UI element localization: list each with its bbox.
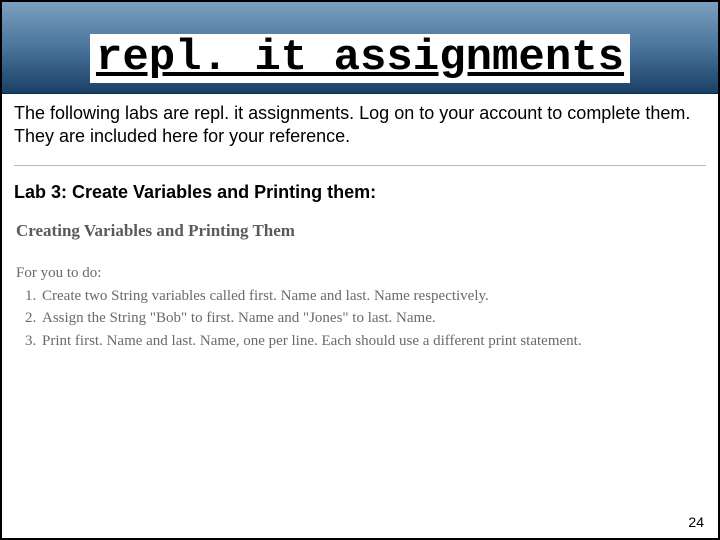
embedded-steps: Create two String variables called first… <box>16 286 706 351</box>
list-item: Create two String variables called first… <box>40 286 706 306</box>
list-item: Print first. Name and last. Name, one pe… <box>40 331 706 351</box>
slide-content: The following labs are repl. it assignme… <box>2 94 718 351</box>
lab-title: Lab 3: Create Variables and Printing the… <box>14 182 706 203</box>
page-number: 24 <box>688 514 704 530</box>
list-item: Assign the String "Bob" to first. Name a… <box>40 308 706 328</box>
embedded-lead: For you to do: <box>16 265 706 282</box>
embedded-lab-content: Creating Variables and Printing Them For… <box>14 221 706 351</box>
embedded-heading: Creating Variables and Printing Them <box>16 221 706 241</box>
slide-title: repl. it assignments <box>90 34 630 82</box>
divider <box>14 165 706 166</box>
slide-header: repl. it assignments <box>2 2 718 94</box>
intro-text: The following labs are repl. it assignme… <box>14 102 706 147</box>
